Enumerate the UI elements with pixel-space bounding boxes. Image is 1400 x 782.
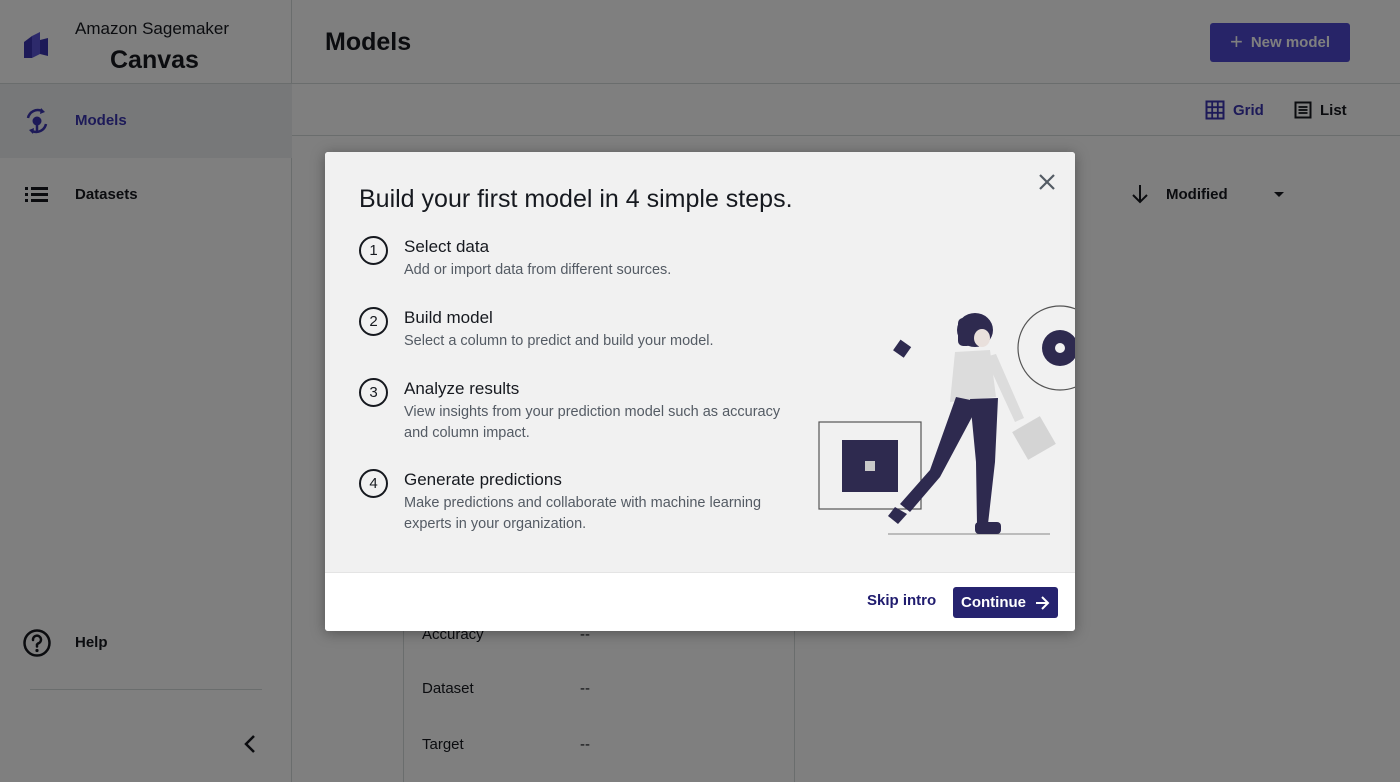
continue-button[interactable]: Continue bbox=[953, 587, 1058, 618]
step-description: View insights from your prediction model… bbox=[404, 404, 781, 441]
arrow-right-icon bbox=[1036, 595, 1050, 610]
modal-footer: Skip intro Continue bbox=[325, 572, 1075, 631]
person-walking-illustration bbox=[818, 305, 1075, 535]
close-icon[interactable] bbox=[1035, 170, 1059, 194]
step-title: Generate predictions bbox=[404, 470, 562, 489]
step-number: 4 bbox=[359, 469, 388, 498]
step-description: Make predictions and collaborate with ma… bbox=[404, 495, 762, 532]
modal-title: Build your first model in 4 simple steps… bbox=[359, 185, 793, 213]
step-number: 2 bbox=[359, 307, 388, 336]
step-description: Select a column to predict and build you… bbox=[404, 333, 714, 349]
step-description: Add or import data from different source… bbox=[404, 262, 672, 278]
step-number: 1 bbox=[359, 236, 388, 265]
intro-modal: Build your first model in 4 simple steps… bbox=[325, 152, 1075, 631]
step-number: 3 bbox=[359, 378, 388, 407]
continue-label: Continue bbox=[961, 594, 1026, 611]
skip-intro-button[interactable]: Skip intro bbox=[867, 592, 936, 609]
step-title: Build model bbox=[404, 308, 493, 327]
step-title: Select data bbox=[404, 237, 490, 256]
step-title: Analyze results bbox=[404, 379, 520, 398]
modal-body: Build your first model in 4 simple steps… bbox=[325, 152, 1075, 572]
